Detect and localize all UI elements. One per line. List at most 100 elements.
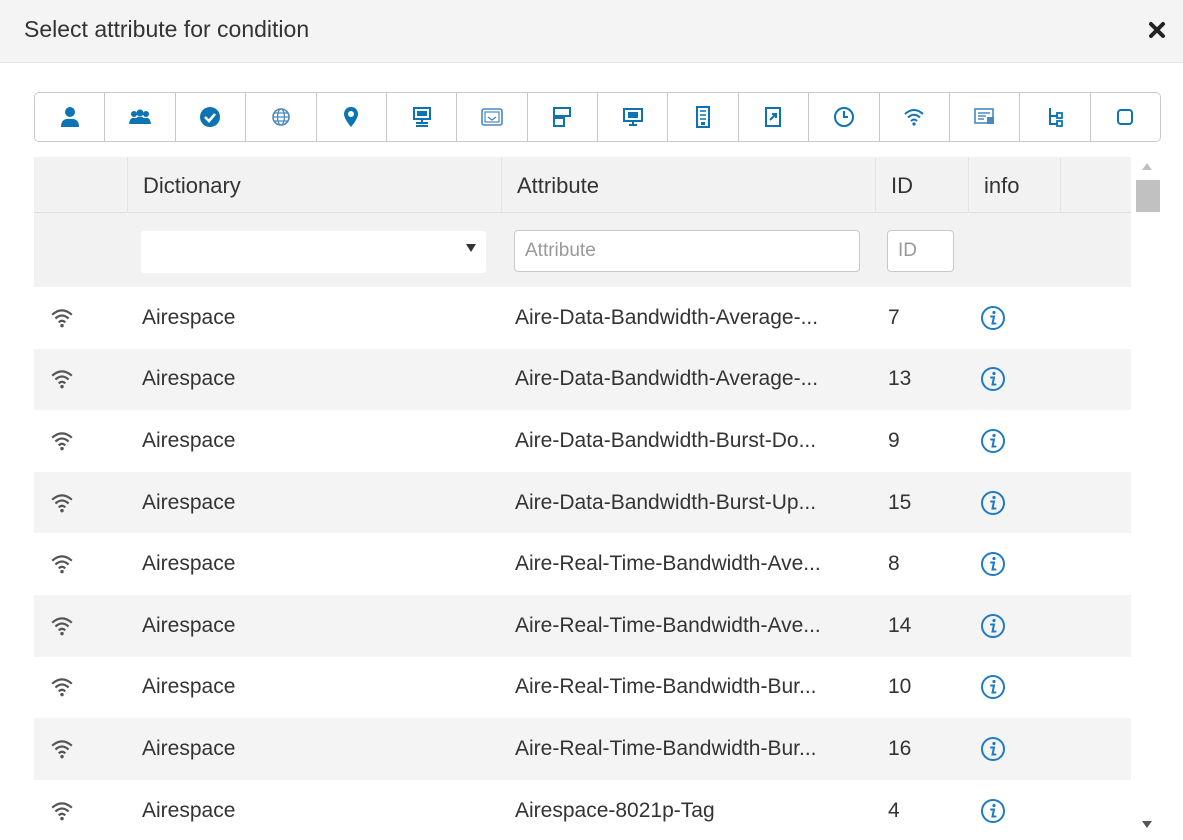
toolbar-location-button[interactable] — [315, 93, 386, 141]
wifi-icon — [51, 370, 73, 389]
info-icon[interactable] — [980, 490, 1006, 516]
row-id: 9 — [888, 428, 900, 452]
header-icon-column — [34, 157, 128, 213]
file-icon — [765, 107, 782, 127]
toolbar-server-button[interactable] — [667, 93, 738, 141]
toolbar-endpoint-policy-button[interactable] — [526, 93, 597, 141]
row-attribute: Aire-Data-Bandwidth-Burst-Do... — [515, 428, 817, 452]
toolbar-card-button[interactable] — [948, 93, 1020, 141]
row-dictionary: Airespace — [142, 367, 236, 391]
certificate-icon — [481, 108, 503, 126]
row-dictionary: Airespace — [142, 798, 236, 822]
table-row[interactable]: Airespace Aire-Real-Time-Bandwidth-Bur..… — [34, 657, 1131, 719]
table-body: Airespace Aire-Data-Bandwidth-Average-..… — [34, 287, 1131, 840]
close-button[interactable] — [1143, 12, 1173, 46]
info-icon[interactable] — [980, 305, 1006, 331]
info-icon[interactable] — [980, 736, 1006, 762]
network-device-icon — [412, 107, 431, 127]
attribute-table: Dictionary Attribute ID info Airespace A… — [34, 157, 1131, 840]
row-dictionary: Airespace — [142, 490, 236, 514]
table-row[interactable]: Airespace Aire-Real-Time-Bandwidth-Ave..… — [34, 594, 1131, 657]
toolbar-network-device-button[interactable] — [385, 93, 457, 141]
toolbar-check-button[interactable] — [174, 93, 246, 141]
toolbar-other-button[interactable] — [1089, 93, 1160, 141]
toolbar-user-button[interactable] — [35, 93, 105, 141]
table-row[interactable]: Airespace Airespace-8021p-Tag 4 — [34, 780, 1131, 840]
row-id: 4 — [888, 798, 900, 822]
filter-row — [34, 213, 1131, 287]
wifi-icon — [51, 493, 73, 512]
toolbar-file-button[interactable] — [737, 93, 809, 141]
server-icon — [696, 106, 711, 128]
wifi-icon — [51, 309, 73, 328]
endpoint-policy-icon — [553, 107, 572, 127]
card-icon — [973, 108, 994, 124]
row-id: 14 — [888, 613, 912, 637]
table-row[interactable]: Airespace Aire-Data-Bandwidth-Burst-Up..… — [34, 471, 1131, 534]
scroll-down-arrow[interactable] — [1142, 821, 1152, 828]
toolbar-globe-button[interactable] — [245, 93, 316, 141]
row-attribute: Aire-Real-Time-Bandwidth-Ave... — [515, 613, 821, 637]
table-header: Dictionary Attribute ID info — [34, 157, 1131, 213]
row-id: 15 — [888, 490, 912, 514]
location-pin-icon — [344, 107, 359, 127]
table-scrollbar[interactable] — [1135, 157, 1161, 840]
globe-icon — [272, 108, 290, 126]
row-dictionary: Airespace — [142, 736, 236, 760]
row-id: 8 — [888, 552, 900, 576]
table-row[interactable]: Airespace Aire-Data-Bandwidth-Average-..… — [34, 348, 1131, 411]
scroll-up-arrow[interactable] — [1142, 163, 1152, 170]
toolbar-tree-button[interactable] — [1019, 93, 1090, 141]
close-icon — [1149, 22, 1165, 38]
info-icon[interactable] — [980, 798, 1006, 824]
header-dictionary[interactable]: Dictionary — [128, 157, 502, 213]
clock-icon — [833, 107, 854, 127]
toolbar-certificate-button[interactable] — [456, 93, 527, 141]
user-group-icon — [129, 109, 152, 124]
header-info: info — [969, 157, 1061, 213]
square-icon — [1117, 109, 1134, 125]
info-icon[interactable] — [980, 551, 1006, 577]
info-icon[interactable] — [980, 674, 1006, 700]
row-dictionary: Airespace — [142, 305, 236, 329]
row-dictionary: Airespace — [142, 428, 236, 452]
row-dictionary: Airespace — [142, 552, 236, 576]
wifi-icon — [51, 432, 73, 451]
wifi-icon — [51, 678, 73, 697]
row-id: 13 — [888, 367, 912, 391]
toolbar-time-button[interactable] — [808, 93, 879, 141]
table-row[interactable]: Airespace Aire-Real-Time-Bandwidth-Ave..… — [34, 533, 1131, 595]
id-filter-input[interactable] — [887, 230, 954, 272]
dictionary-filter-toolbar — [34, 92, 1161, 142]
dictionary-filter-select[interactable] — [141, 231, 486, 273]
tree-icon — [1048, 108, 1063, 127]
row-attribute: Aire-Data-Bandwidth-Burst-Up... — [515, 490, 817, 514]
wifi-icon — [51, 801, 73, 820]
info-icon[interactable] — [980, 366, 1006, 392]
toolbar-wireless-button[interactable] — [878, 93, 949, 141]
row-id: 10 — [888, 675, 912, 699]
attribute-filter-input[interactable] — [514, 230, 860, 272]
scrollbar-thumb[interactable] — [1136, 180, 1160, 212]
user-icon — [60, 107, 79, 127]
table-row[interactable]: Airespace Aire-Real-Time-Bandwidth-Bur..… — [34, 718, 1131, 780]
dialog-title: Select attribute for condition — [24, 16, 310, 42]
info-icon[interactable] — [980, 428, 1006, 454]
header-id[interactable]: ID — [876, 157, 969, 213]
row-attribute: Aire-Data-Bandwidth-Average-... — [515, 305, 819, 329]
wifi-icon — [51, 617, 73, 636]
table-row[interactable]: Airespace Aire-Data-Bandwidth-Average-..… — [34, 287, 1131, 349]
toolbar-monitor-button[interactable] — [597, 93, 668, 141]
chevron-down-icon — [466, 244, 476, 252]
toolbar-user-group-button[interactable] — [104, 93, 175, 141]
row-dictionary: Airespace — [142, 613, 236, 637]
dialog-header: Select attribute for condition — [0, 0, 1183, 63]
wifi-icon — [904, 109, 924, 126]
header-attribute[interactable]: Attribute — [502, 157, 876, 213]
row-attribute: Aire-Real-Time-Bandwidth-Ave... — [515, 552, 821, 576]
row-attribute: Aire-Real-Time-Bandwidth-Bur... — [515, 736, 817, 760]
monitor-icon — [622, 108, 643, 126]
row-id: 7 — [888, 305, 900, 329]
table-row[interactable]: Airespace Aire-Data-Bandwidth-Burst-Do..… — [34, 410, 1131, 472]
info-icon[interactable] — [980, 613, 1006, 639]
